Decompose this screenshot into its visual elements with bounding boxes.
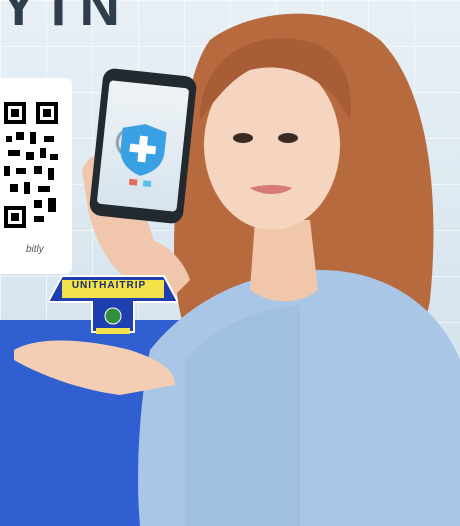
smartphone bbox=[88, 67, 198, 225]
phone-screen[interactable] bbox=[96, 80, 190, 212]
medical-shield-icon bbox=[115, 124, 167, 188]
woman-photo bbox=[14, 13, 460, 526]
logo-text: UNITHAITRIP bbox=[71, 280, 147, 291]
